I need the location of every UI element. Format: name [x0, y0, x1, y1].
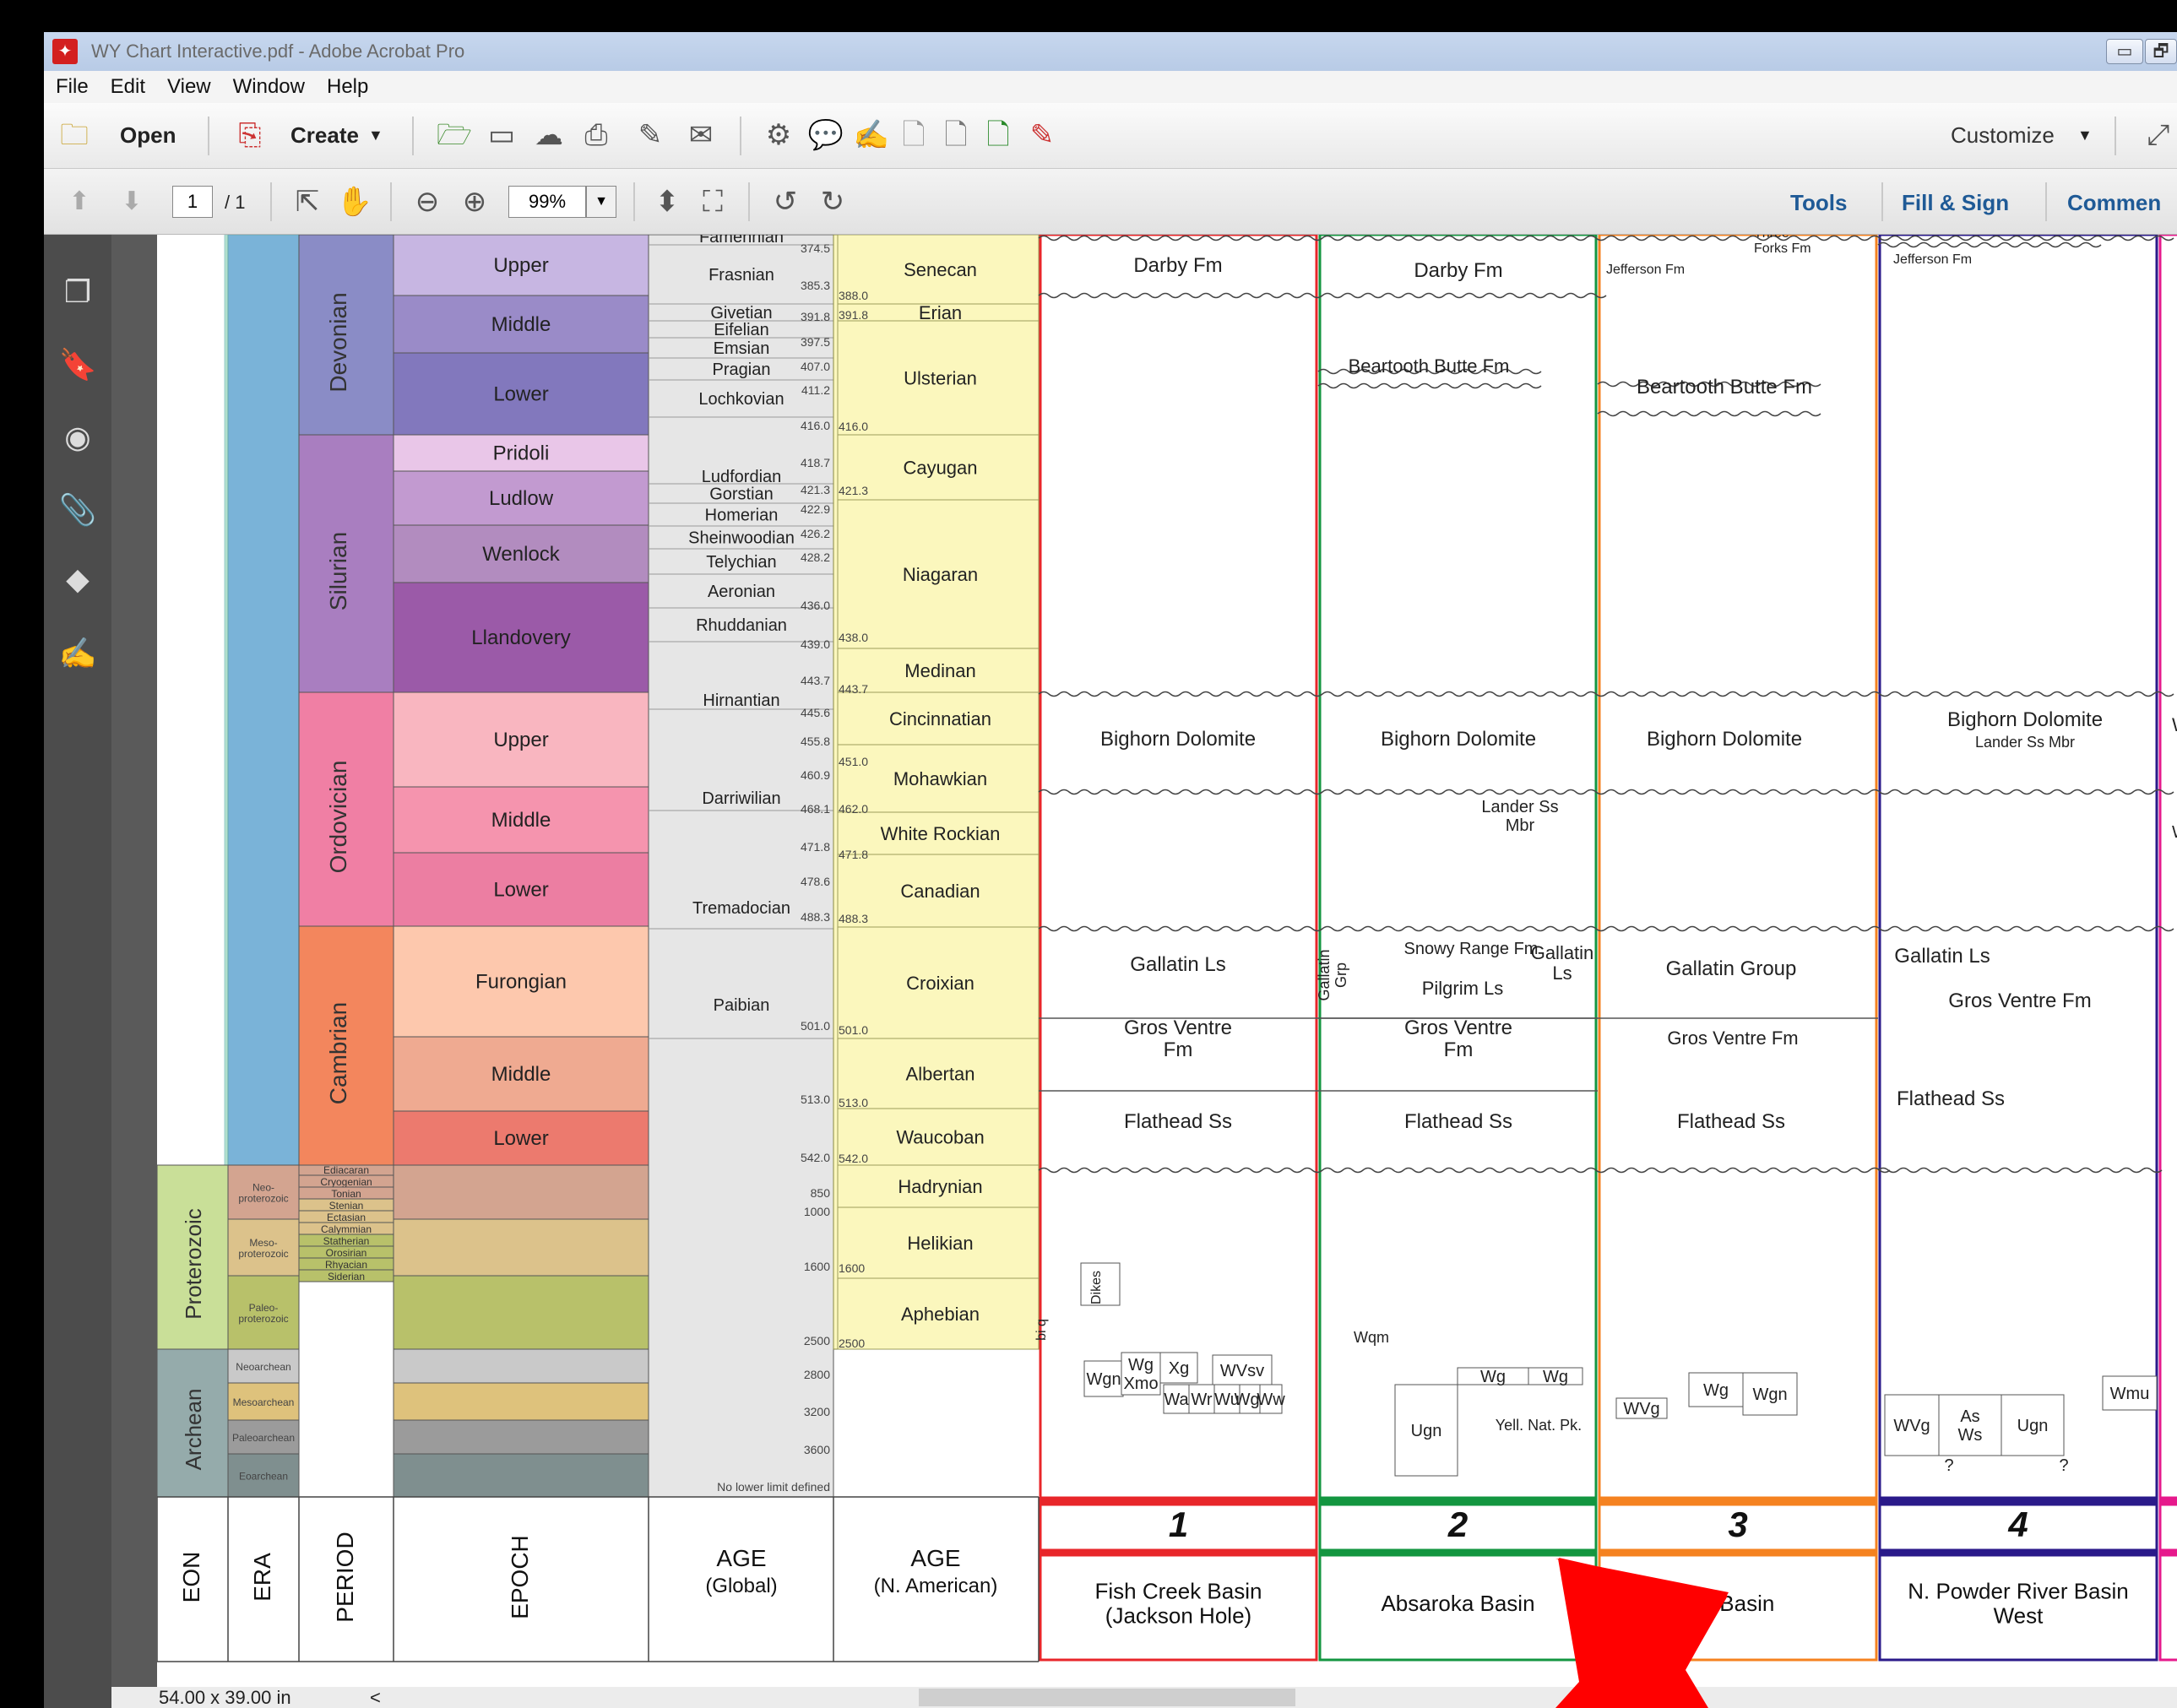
screen: ✦ WY Chart Interactive.pdf - Adobe Acrob…	[0, 0, 2177, 1708]
red-arrow	[1555, 1558, 1729, 1708]
